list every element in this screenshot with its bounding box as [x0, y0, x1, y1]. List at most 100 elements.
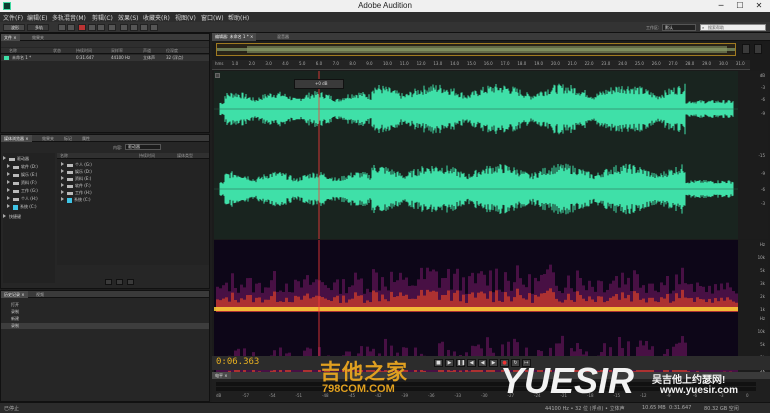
tree-item[interactable]: 驱动器: [3, 156, 55, 162]
ruler-tick-label: 15.0: [467, 61, 476, 66]
tab-video[interactable]: 视频: [33, 291, 47, 298]
ruler-tick-label: 1.0: [231, 61, 239, 66]
list-item[interactable]: 资料 (E:): [57, 176, 209, 182]
zoom-out-icon[interactable]: [754, 44, 762, 54]
time-selection-tool-icon[interactable]: [108, 24, 116, 31]
list-item[interactable]: 娱乐 (D:): [57, 169, 209, 175]
menu-multitrack[interactable]: 多轨混音(M): [52, 13, 86, 22]
marquee-tool-icon[interactable]: [120, 24, 128, 31]
ruler-tick-label: 28.0: [685, 61, 695, 66]
ruler-tick-label: 21.0: [567, 61, 577, 66]
windows-drive-icon: [13, 204, 18, 210]
file-row[interactable]: 未命名 1 * 0:31.647 44100 Hz 立体声 32 (浮点): [1, 55, 209, 61]
track-pin-icon: [215, 73, 220, 78]
level-tick-label: dB: [216, 393, 222, 398]
close-button[interactable]: ✕: [750, 0, 768, 12]
history-item[interactable]: 新建: [1, 316, 209, 322]
tree-item[interactable]: 娱乐 (E:): [3, 172, 55, 178]
status-free-space: 80.32 GB 空闲: [704, 406, 739, 412]
loop-preview-icon[interactable]: [116, 279, 123, 285]
list-item[interactable]: 工作 (H:): [57, 190, 209, 196]
waveform-graph: [214, 71, 738, 239]
db-tick-label: -3: [761, 85, 765, 90]
menu-clip[interactable]: 剪辑(C): [92, 13, 113, 22]
ruler-tick-label: 25.0: [635, 61, 644, 66]
play-button[interactable]: ▶: [445, 359, 454, 367]
overview-navigator[interactable]: [216, 43, 736, 56]
tab-files[interactable]: 文件 ×: [1, 34, 20, 41]
tree-item[interactable]: 软件 (D:): [3, 164, 55, 170]
toolbar: 波形 多轨 工作区: 默认 ⌕ 搜索帮助: [0, 22, 770, 33]
content-select[interactable]: 驱动器: [125, 144, 161, 150]
history-item[interactable]: 录制: [1, 323, 209, 329]
history-panel: 历史记录 × 视频 打开 录制 新建 录制: [0, 290, 210, 402]
waveform-mode-button[interactable]: 波形: [3, 24, 25, 31]
transport-bar: 0:06.363 ■ ▶ ❚❚ ◀ ◀ ▶ ● ↻ ↦: [212, 356, 770, 370]
waveform-view[interactable]: +0 dB: [214, 71, 738, 239]
ruler-tick-label: 24.0: [618, 61, 628, 66]
menu-view[interactable]: 视图(V): [175, 13, 196, 22]
workspace-label: 工作区:: [646, 25, 660, 30]
multitrack-mode-button[interactable]: 多轨: [27, 24, 49, 31]
history-item[interactable]: 打开: [1, 302, 209, 308]
list-item[interactable]: 系统 (C:): [57, 197, 209, 203]
rewind-button[interactable]: ◀: [478, 359, 487, 367]
tree-item[interactable]: 快捷键: [3, 214, 55, 220]
menu-favorites[interactable]: 收藏夹(R): [143, 13, 170, 22]
ruler-tick-label: 3.0: [265, 61, 272, 66]
list-item[interactable]: 软件 (F:): [57, 183, 209, 189]
record-icon[interactable]: [78, 24, 86, 31]
menu-file[interactable]: 文件(F): [3, 13, 23, 22]
fast-forward-button[interactable]: ▶: [489, 359, 498, 367]
tree-item[interactable]: 个人 (H:): [3, 196, 55, 202]
search-help-input[interactable]: ⌕ 搜索帮助: [700, 24, 766, 31]
level-tick-label: -39: [401, 393, 409, 398]
play-preview-icon[interactable]: [105, 279, 112, 285]
move-tool-icon[interactable]: [88, 24, 96, 31]
pitch-display-icon[interactable]: [67, 24, 75, 31]
tree-item[interactable]: 系统 (C:): [3, 204, 55, 210]
paintbrush-tool-icon[interactable]: [140, 24, 148, 31]
slip-tool-icon[interactable]: [97, 24, 105, 31]
tab-effects-rack-top[interactable]: 效果夹: [29, 34, 47, 41]
tree-item[interactable]: 工作 (G:): [3, 188, 55, 194]
maximize-button[interactable]: ☐: [731, 0, 749, 12]
tab-properties[interactable]: 属性: [79, 135, 93, 142]
db-tick-label: -9: [761, 171, 765, 176]
history-item[interactable]: 录制: [1, 309, 209, 315]
pause-button[interactable]: ❚❚: [456, 359, 465, 367]
tab-markers[interactable]: 标记: [61, 135, 75, 142]
spectral-display-icon[interactable]: [58, 24, 66, 31]
minimize-button[interactable]: ─: [712, 0, 730, 12]
tab-editor[interactable]: 编辑器: 未命名 1 * ×: [212, 33, 257, 41]
tab-history[interactable]: 历史记录 ×: [1, 291, 28, 298]
tab-media-browser[interactable]: 媒体浏览器 ×: [1, 135, 32, 142]
workspace-select[interactable]: 默认: [662, 24, 696, 31]
ruler-tick-label: 18.0: [517, 61, 527, 66]
time-ruler[interactable]: hms 1.0 2.0 3.0 4.0 5.0 6.0 7.0 8.0 9.0 10.0 11.0 12…: [212, 60, 750, 70]
level-tick-label: -33: [454, 393, 462, 398]
drive-icon: [13, 197, 19, 201]
ruler-tick-label: 31.0: [735, 61, 745, 66]
tab-mixer[interactable]: 混音器: [274, 33, 292, 41]
go-to-start-button[interactable]: ◀: [467, 359, 476, 367]
hz-tick-label: 1k: [760, 307, 765, 312]
tab-effects-rack[interactable]: 效果夹: [39, 135, 57, 142]
volume-preview-icon[interactable]: [127, 279, 134, 285]
hud-volume-control[interactable]: +0 dB: [294, 79, 344, 89]
yuesir-cn-watermark: 吴吉他上约瑟网!: [652, 375, 726, 386]
tree-item[interactable]: 资料 (F:): [3, 180, 55, 186]
tab-levels[interactable]: 电平 ×: [212, 372, 231, 379]
menu-window[interactable]: 窗口(W): [201, 13, 224, 22]
level-tick-label: 0: [746, 393, 749, 398]
stop-button[interactable]: ■: [434, 359, 443, 367]
menu-effects[interactable]: 效果(S): [118, 13, 139, 22]
menu-help[interactable]: 帮助(H): [228, 13, 249, 22]
lasso-tool-icon[interactable]: [130, 24, 138, 31]
menu-edit[interactable]: 编辑(E): [27, 13, 47, 22]
zoom-in-icon[interactable]: [742, 44, 750, 54]
list-item[interactable]: 个人 (G:): [57, 162, 209, 168]
spot-healing-tool-icon[interactable]: [150, 24, 158, 31]
search-icon: ⌕: [702, 25, 705, 30]
level-tick-label: -57: [242, 393, 250, 398]
